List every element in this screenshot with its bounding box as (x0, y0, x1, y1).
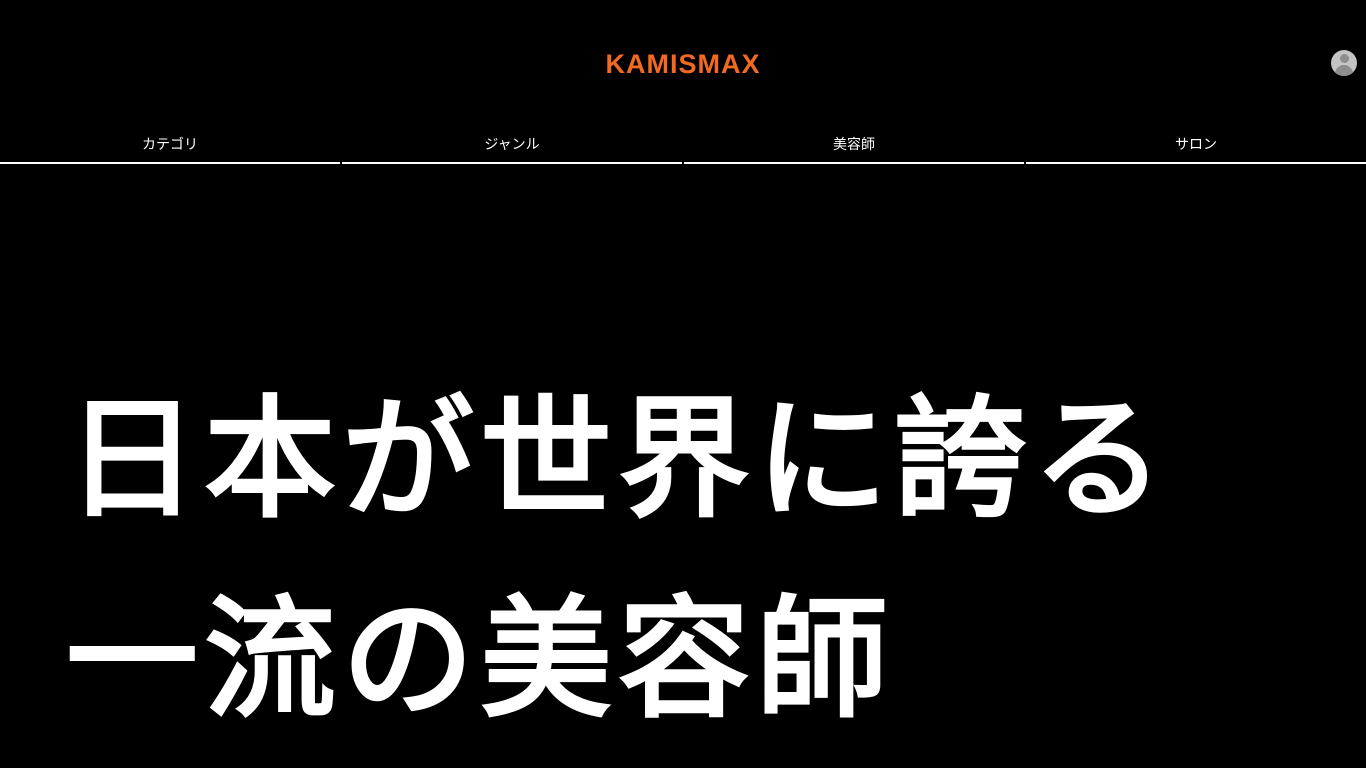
site-logo[interactable]: KAMISMAX (0, 45, 1366, 83)
nav-tab-genre[interactable]: ジャンル (342, 128, 682, 164)
page: KAMISMAX カテゴリ ジャンル 美容師 サロン 日本が世界に誇る 一流の美… (0, 0, 1366, 768)
nav-tab-stylist[interactable]: 美容師 (684, 128, 1024, 164)
user-avatar-icon[interactable] (1331, 50, 1357, 76)
hero-section: 日本が世界に誇る 一流の美容師 (66, 360, 1356, 760)
site-header: KAMISMAX (0, 0, 1366, 128)
hero-headline-line-1: 日本が世界に誇る (66, 383, 1170, 537)
nav-tab-salon[interactable]: サロン (1026, 128, 1366, 164)
category-nav: カテゴリ ジャンル 美容師 サロン (0, 128, 1366, 164)
avatar-body-shape (1335, 65, 1353, 76)
nav-tab-category[interactable]: カテゴリ (0, 128, 340, 164)
hero-headline-line-2: 一流の美容師 (66, 583, 894, 737)
avatar-head-shape (1339, 54, 1349, 63)
